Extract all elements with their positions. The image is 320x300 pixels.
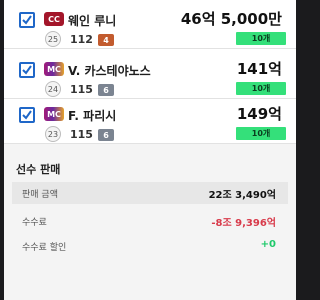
checkbox-icon[interactable] xyxy=(19,12,35,28)
quantity-badge[interactable]: 10개 xyxy=(236,32,286,45)
quantity-badge[interactable]: 10개 xyxy=(236,127,286,140)
player-card[interactable]: MC V. 카스테야노스 24 115 6 141억 10개 xyxy=(4,54,296,99)
player-card[interactable]: MC F. 파리시 23 115 6 149억 10개 xyxy=(4,99,296,144)
fee-label: 수수료 xyxy=(22,218,47,228)
player-card[interactable]: CC 웨인 루니 25 112 4 46억 5,000만 10개 xyxy=(4,4,296,49)
sale-amount-row: 판매 금액 22조 3,490억 xyxy=(12,182,288,204)
season-cc-icon: CC xyxy=(44,12,64,26)
fee-discount-label: 수수료 할인 xyxy=(22,243,67,253)
fee-value: -8조 9,396억 xyxy=(211,218,276,229)
player-overall: 115 xyxy=(70,83,93,96)
sale-amount-value: 22조 3,490억 xyxy=(208,190,276,201)
sell-panel: CC 웨인 루니 25 112 4 46억 5,000만 10개 MC V. 카… xyxy=(4,0,296,300)
checkbox-icon[interactable] xyxy=(19,107,35,123)
fee-discount-value: +0 xyxy=(260,239,276,250)
season-mc-icon: MC xyxy=(44,107,64,121)
sale-summary-box: 판매 금액 22조 3,490억 수수료 -8조 9,396억 수수료 할인 +… xyxy=(4,182,296,266)
fee-discount-row: 수수료 할인 +0 xyxy=(12,235,288,257)
player-name: 웨인 루니 xyxy=(68,14,117,28)
season-mc-icon: MC xyxy=(44,62,64,76)
grade-badge: 6 xyxy=(98,129,114,141)
grade-badge: 4 xyxy=(98,34,114,46)
section-title: 선수 판매 xyxy=(16,163,61,176)
player-name: F. 파리시 xyxy=(68,109,117,123)
player-name: V. 카스테야노스 xyxy=(68,64,151,78)
player-overall: 112 xyxy=(70,33,93,46)
player-price: 149억 xyxy=(236,105,282,123)
player-overall: 115 xyxy=(70,128,93,141)
player-level: 23 xyxy=(45,126,61,142)
player-price: 141억 xyxy=(236,60,282,78)
fee-row: 수수료 -8조 9,396억 xyxy=(12,210,288,232)
sale-amount-label: 판매 금액 xyxy=(22,190,58,200)
player-level: 24 xyxy=(45,81,61,97)
quantity-badge[interactable]: 10개 xyxy=(236,82,286,95)
checkbox-icon[interactable] xyxy=(19,62,35,78)
sale-summary-section: 선수 판매 판매 금액 22조 3,490억 수수료 -8조 9,396억 수수… xyxy=(4,144,296,300)
grade-badge: 6 xyxy=(98,84,114,96)
player-level: 25 xyxy=(45,31,61,47)
player-price: 46억 5,000만 xyxy=(180,10,282,28)
